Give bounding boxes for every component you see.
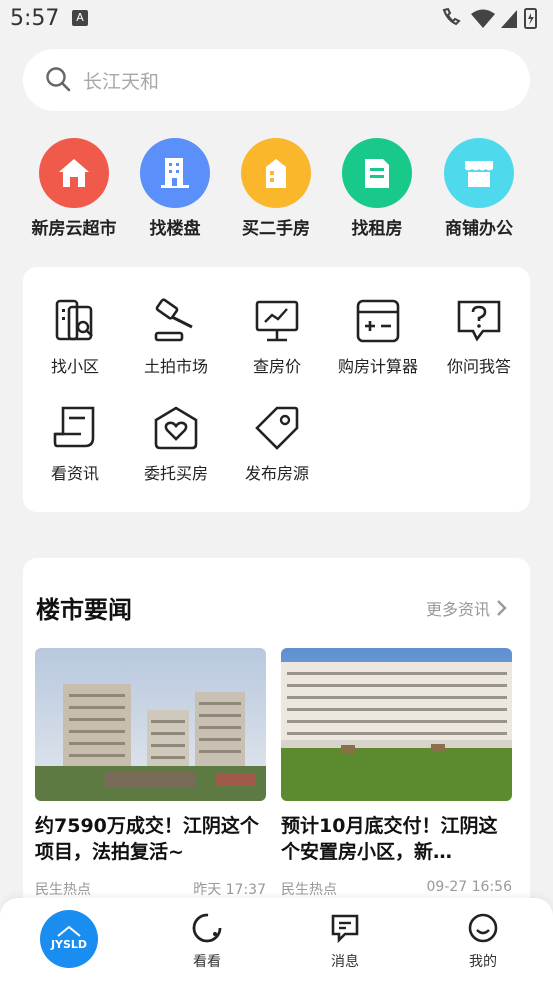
tab-label: 看看 [193, 954, 221, 970]
news-scroll-icon [53, 406, 95, 448]
price-chart-icon [255, 300, 299, 342]
building-icon [140, 138, 210, 208]
tool-item-house-price[interactable]: 查房价 [225, 297, 329, 377]
main-nav-item-new-house[interactable]: 新房云超市 [19, 138, 129, 239]
news-meta: 民生热点 昨天 17:37 [35, 879, 266, 899]
profile-icon [468, 913, 498, 943]
status-icons [442, 7, 537, 29]
more-news-link[interactable]: 更多资讯 [426, 596, 508, 620]
tab-label: 消息 [331, 954, 359, 970]
look-icon [192, 913, 222, 943]
tool-label: 查房价 [252, 357, 301, 376]
news-item[interactable]: 预计10月底交付！江阴这个安置房小区，新… 民生热点 09-27 16:56 [281, 648, 512, 899]
tag-icon [255, 406, 299, 450]
news-time: 昨天 17:37 [193, 882, 266, 898]
tool-label: 看资讯 [50, 464, 99, 483]
tool-item-news[interactable]: 看资讯 [23, 404, 127, 484]
app-logo-icon: JYSLD [50, 925, 87, 951]
news-time: 09-27 16:56 [426, 879, 512, 895]
home-tab[interactable]: JYSLD [40, 910, 98, 968]
rent-document-icon [342, 138, 412, 208]
tools-card: 找小区 土拍市场 查房价 购房计算器 你问我答 看资讯 委托买房 发布房源 [23, 267, 530, 512]
notification-icon: A [72, 10, 88, 26]
news-item[interactable]: 约7590万成交！江阴这个项目，法拍复活~ 民生热点 昨天 17:37 [35, 648, 266, 899]
tool-item-publish-listing[interactable]: 发布房源 [225, 404, 329, 484]
search-bar[interactable]: 长江天和 [23, 49, 530, 111]
main-nav-label: 买二手房 [242, 219, 310, 239]
question-icon [457, 300, 501, 342]
main-nav-item-shop-office[interactable]: 商铺办公 [424, 138, 534, 239]
tool-label: 土拍市场 [143, 357, 208, 376]
main-nav-label: 商铺办公 [445, 219, 513, 239]
tool-item-find-community[interactable]: 找小区 [23, 297, 127, 377]
tool-label: 购房计算器 [337, 357, 418, 376]
news-image [35, 648, 266, 801]
wifi-icon [471, 9, 495, 28]
tool-item-land-auction[interactable]: 土拍市场 [124, 297, 228, 377]
tool-label: 找小区 [50, 357, 99, 376]
signal-icon [501, 10, 517, 28]
main-nav-label: 找楼盘 [149, 219, 201, 239]
news-headline: 预计10月底交付！江阴这个安置房小区，新… [281, 815, 498, 863]
main-nav-label: 新房云超市 [31, 219, 117, 239]
news-card: 楼市要闻 更多资讯 约7590万成交！江阴这个项目，法拍复活~ 民生热点 昨天 … [23, 558, 530, 918]
news-category: 民生热点 [281, 882, 337, 898]
main-nav-item-rent[interactable]: 找租房 [322, 138, 432, 239]
auction-gavel-icon [154, 298, 193, 342]
tab-label: 我的 [469, 954, 497, 970]
tab-message[interactable]: 消息 [305, 912, 385, 971]
call-icon [442, 7, 461, 26]
news-headline: 约7590万成交！江阴这个项目，法拍复活~ [35, 815, 259, 863]
secondhand-house-icon [241, 138, 311, 208]
news-meta: 民生热点 09-27 16:56 [281, 879, 512, 899]
tool-item-calculator[interactable]: 购房计算器 [326, 297, 430, 377]
news-section-title: 楼市要闻 [36, 596, 132, 624]
tab-profile[interactable]: 我的 [443, 912, 523, 971]
main-nav-label: 找租房 [351, 219, 403, 239]
main-nav-item-find-building[interactable]: 找楼盘 [120, 138, 230, 239]
shop-icon [444, 138, 514, 208]
tool-item-qa[interactable]: 你问我答 [427, 297, 531, 377]
more-news-label: 更多资讯 [425, 600, 490, 619]
battery-icon [524, 8, 537, 29]
chevron-right-icon [497, 600, 507, 616]
search-icon [46, 67, 71, 92]
status-bar: 5:57 A [0, 0, 553, 38]
news-category: 民生热点 [35, 882, 91, 898]
tool-item-entrust-buy[interactable]: 委托买房 [124, 404, 228, 484]
tool-label: 委托买房 [143, 464, 208, 483]
message-icon [331, 914, 359, 944]
community-search-icon [55, 299, 93, 341]
heart-house-icon [154, 406, 198, 450]
search-placeholder: 长江天和 [83, 71, 160, 93]
tab-look[interactable]: 看看 [167, 912, 247, 971]
home-logo-text: JYSLD [50, 938, 87, 951]
calculator-icon [356, 299, 400, 343]
tool-label: 发布房源 [244, 464, 309, 483]
tool-label: 你问我答 [446, 357, 511, 376]
news-image [281, 648, 512, 801]
status-time: 5:57 [10, 6, 60, 31]
main-nav: 新房云超市 找楼盘 买二手房 找租房 商铺办公 [0, 138, 553, 243]
bottom-nav: JYSLD 看看 消息 我的 [0, 898, 553, 984]
main-nav-item-secondhand[interactable]: 买二手房 [221, 138, 331, 239]
house-icon [39, 138, 109, 208]
